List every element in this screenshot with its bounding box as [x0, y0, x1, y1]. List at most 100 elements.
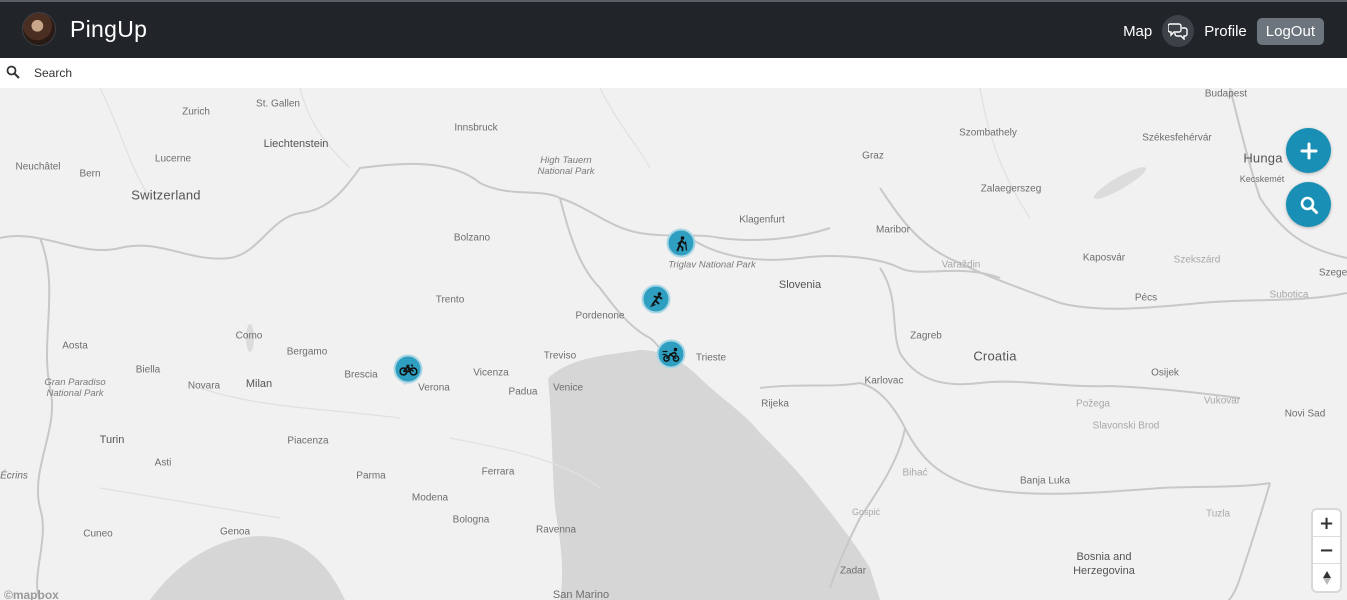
label-bolzano: Bolzano	[453, 232, 491, 244]
label-maribor: Maribor	[876, 224, 910, 236]
label-klagenfurt: Klagenfurt	[739, 214, 785, 226]
label-subotica: Subotica	[1269, 289, 1309, 301]
label-pecs: Pécs	[1134, 292, 1158, 304]
nav-links: Map Profile LogOut	[1123, 15, 1324, 47]
label-parma: Parma	[356, 470, 386, 482]
label-bihac: Bihać	[902, 467, 928, 479]
label-cuneo: Cuneo	[83, 528, 113, 540]
nav-profile-link[interactable]: Profile	[1204, 23, 1247, 40]
mapbox-attribution[interactable]: ©mapbox	[4, 588, 59, 600]
map[interactable]: Budapest Zurich St. Gallen Innsbruck Lie…	[0, 88, 1347, 600]
label-tuzla: Tuzla	[1205, 508, 1231, 520]
nav-map-link[interactable]: Map	[1123, 23, 1152, 40]
label-novi-sad: Novi Sad	[1284, 408, 1326, 420]
label-osijek: Osijek	[1151, 367, 1179, 379]
zoom-out-button[interactable]: −	[1313, 537, 1340, 564]
label-milan: Milan	[245, 378, 273, 390]
label-kaposvar: Kaposvár	[1082, 252, 1126, 264]
motorcycle-icon	[662, 347, 680, 362]
zoom-controls: + −	[1313, 510, 1340, 591]
label-neuchatel: Neuchâtel	[15, 161, 61, 173]
label-szekesfehervar: Székesfehérvár	[1142, 132, 1212, 144]
magnifier-icon	[1300, 196, 1318, 214]
search-map-button[interactable]	[1286, 182, 1331, 227]
chat-icon	[1168, 23, 1188, 40]
label-switzerland: Switzerland	[131, 187, 201, 203]
app-name: PingUp	[70, 15, 148, 42]
label-brescia: Brescia	[344, 369, 378, 381]
label-gospic: Gospić	[851, 507, 881, 517]
label-karlovac: Karlovac	[864, 375, 904, 387]
label-verona: Verona	[418, 382, 450, 394]
search-bar	[0, 58, 1347, 88]
label-turin: Turin	[99, 434, 125, 446]
label-graz: Graz	[862, 150, 884, 162]
label-bergamo: Bergamo	[286, 346, 328, 358]
label-zurich: Zurich	[182, 106, 210, 118]
avatar	[22, 12, 56, 46]
label-kecskemet: Kecskemét	[1239, 174, 1285, 184]
label-ecrins: Écrins	[0, 470, 28, 482]
label-triglav: Triglav National Park	[668, 259, 756, 271]
pin-motocross[interactable]	[656, 339, 686, 369]
label-aosta: Aosta	[62, 340, 88, 352]
label-slovenia: Slovenia	[778, 279, 822, 291]
label-szombathely: Szombathely	[959, 127, 1017, 139]
label-vicenza: Vicenza	[473, 367, 509, 379]
pin-hiking[interactable]	[666, 228, 696, 258]
logout-button[interactable]: LogOut	[1256, 17, 1324, 45]
label-st-gallen: St. Gallen	[256, 98, 300, 110]
label-innsbruck: Innsbruck	[454, 122, 498, 134]
label-pozega: Požega	[1076, 398, 1110, 410]
label-treviso: Treviso	[543, 350, 577, 362]
label-ferrara: Ferrara	[481, 466, 515, 478]
label-ravenna: Ravenna	[535, 524, 577, 536]
label-padua: Padua	[508, 386, 538, 398]
plus-icon	[1300, 142, 1317, 159]
label-hungary: Hunga	[1243, 150, 1283, 166]
label-zadar: Zadar	[839, 565, 867, 577]
label-trieste: Trieste	[695, 352, 727, 364]
label-san-marino: San Marino	[552, 589, 610, 600]
label-lucerne: Lucerne	[154, 153, 192, 165]
label-vukovar: Vukovar	[1203, 395, 1241, 407]
label-high-tauern: High Tauern National Park	[537, 155, 595, 177]
label-bern: Bern	[79, 168, 101, 180]
pin-cycling[interactable]	[393, 354, 423, 384]
label-piacenza: Piacenza	[287, 435, 329, 447]
label-szeged: Szege	[1318, 267, 1347, 279]
search-input[interactable]	[34, 63, 634, 83]
label-biella: Biella	[135, 364, 161, 376]
label-pordenone: Pordenone	[575, 310, 625, 322]
label-trento: Trento	[435, 294, 465, 306]
label-modena: Modena	[411, 492, 449, 504]
label-zalaegerszeg: Zalaegerszeg	[980, 183, 1042, 195]
label-genoa: Genoa	[219, 526, 251, 538]
label-novara: Novara	[187, 380, 221, 392]
compass-icon	[1322, 570, 1331, 585]
label-budapest: Budapest	[1204, 88, 1248, 100]
bicycle-icon	[399, 363, 417, 376]
zoom-in-button[interactable]: +	[1313, 510, 1340, 537]
pin-skating[interactable]	[641, 284, 671, 314]
label-venice: Venice	[552, 382, 584, 394]
label-slavonski-brod: Slavonski Brod	[1092, 420, 1160, 432]
label-rijeka: Rijeka	[761, 398, 789, 410]
label-como: Como	[235, 330, 263, 342]
compass-button[interactable]	[1313, 564, 1340, 591]
label-liechtenstein: Liechtenstein	[263, 138, 329, 150]
label-bologna: Bologna	[452, 514, 490, 526]
label-szekszard: Szekszárd	[1173, 254, 1221, 266]
add-ping-button[interactable]	[1286, 128, 1331, 173]
chat-button[interactable]	[1162, 15, 1195, 47]
label-croatia: Croatia	[973, 348, 1017, 364]
label-varazdin: Varaždin	[941, 259, 981, 271]
label-banja-luka: Banja Luka	[1019, 475, 1071, 487]
hiking-icon	[676, 235, 687, 251]
label-gran-paradiso: Gran Paradiso National Park	[44, 377, 106, 399]
label-zagreb: Zagreb	[910, 330, 942, 342]
brand[interactable]: PingUp	[22, 12, 147, 46]
label-asti: Asti	[154, 457, 172, 469]
navbar: PingUp Map Profile LogOut	[0, 0, 1347, 58]
label-bosnia: Bosnia and Herzegovina	[1073, 551, 1135, 577]
